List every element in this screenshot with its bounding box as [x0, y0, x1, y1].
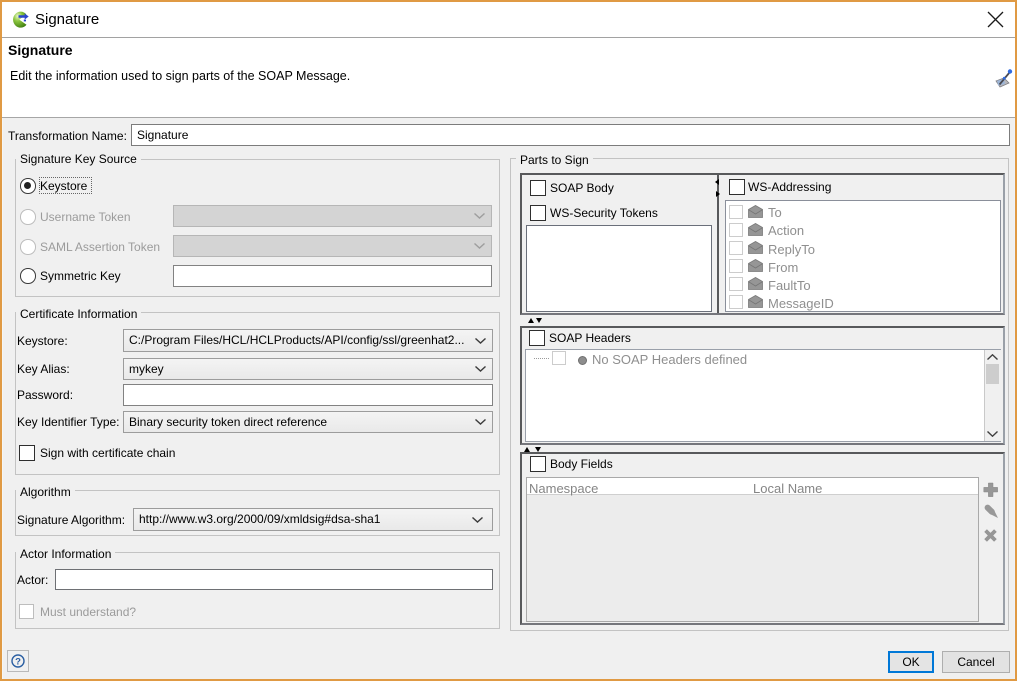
svg-text:?: ?: [15, 657, 21, 668]
